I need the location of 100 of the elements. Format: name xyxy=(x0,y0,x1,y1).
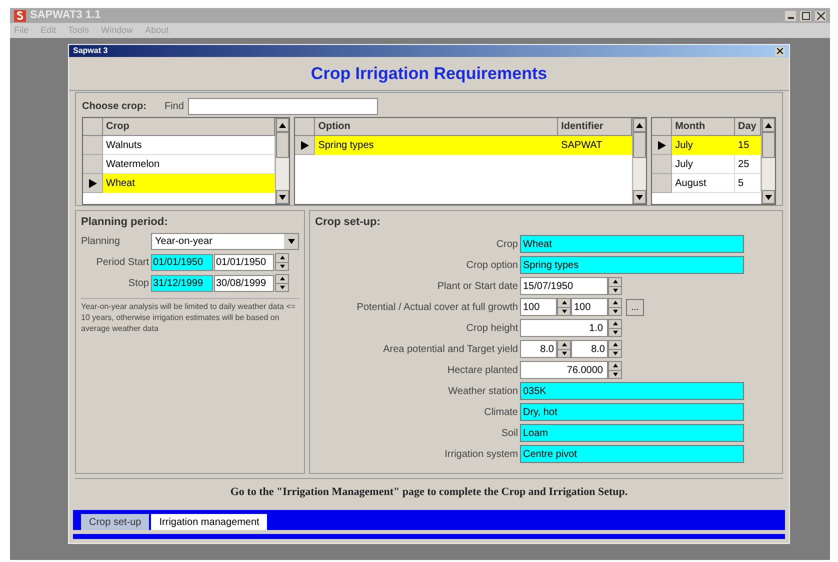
date-field[interactable]: 15/07/1950 xyxy=(520,277,608,295)
scroll-down-button[interactable] xyxy=(633,190,646,204)
field-label: Planning xyxy=(81,235,121,249)
close-button[interactable] xyxy=(815,10,826,20)
number-field[interactable]: 1.0 xyxy=(520,319,608,337)
spin-button[interactable] xyxy=(275,274,289,292)
up-arrow-icon xyxy=(280,255,284,260)
table-cell[interactable]: July xyxy=(672,136,736,155)
field-label: Hectare planted xyxy=(446,364,519,378)
number-field[interactable]: 100 xyxy=(571,298,608,316)
up-arrow-icon xyxy=(612,342,618,348)
page-heading: Crop Irrigation Requirements xyxy=(310,62,548,85)
row-header[interactable] xyxy=(295,136,316,155)
dropdown-value: Year-on-year xyxy=(155,235,214,249)
maximize-button[interactable] xyxy=(800,10,811,20)
spin-button[interactable] xyxy=(608,340,622,358)
scroll-down-button[interactable] xyxy=(276,190,290,204)
field-label: Find xyxy=(164,100,184,114)
scroll-thumb[interactable] xyxy=(633,132,646,158)
down-arrow-icon xyxy=(280,264,284,269)
spin-button[interactable] xyxy=(608,277,622,295)
column-header[interactable]: Option xyxy=(315,118,558,135)
limit-date: 31/12/1999 xyxy=(151,274,213,292)
table-cell[interactable]: Spring types xyxy=(315,136,558,155)
tab[interactable]: Irrigation management xyxy=(151,514,268,530)
up-arrow-icon xyxy=(636,122,644,128)
field-label: Plant or Start date xyxy=(436,280,519,294)
down-arrow-icon xyxy=(612,350,618,356)
scroll-down-button[interactable] xyxy=(762,190,776,204)
number-field[interactable]: 8.0 xyxy=(520,340,557,358)
table-cell[interactable]: Walnuts xyxy=(103,136,276,155)
up-arrow-icon xyxy=(612,279,618,284)
minimize-button[interactable] xyxy=(785,10,796,20)
down-arrow-icon xyxy=(612,288,618,293)
scroll-up-button[interactable] xyxy=(762,118,776,132)
scrollbar[interactable] xyxy=(632,118,646,204)
down-arrow-icon xyxy=(562,308,566,314)
down-arrow-icon xyxy=(765,194,772,200)
maximize-icon xyxy=(802,12,810,20)
readonly-field: Centre pivot xyxy=(520,445,744,463)
up-arrow-icon xyxy=(562,342,566,348)
up-arrow-icon xyxy=(280,276,284,282)
table-cell[interactable]: Wheat xyxy=(103,174,276,193)
table-cell[interactable]: July xyxy=(672,155,736,174)
close-icon xyxy=(816,12,824,20)
field-label: Crop xyxy=(495,238,519,252)
number-field[interactable]: 100 xyxy=(520,298,557,316)
spin-button[interactable] xyxy=(608,298,622,316)
scroll-up-button[interactable] xyxy=(633,118,646,132)
info-note: Year-on-year analysis will be limited to daily weather data <= 10 years, otherwise irrigation estimates will be based on average weather data xyxy=(81,298,299,334)
scrollbar[interactable] xyxy=(275,118,290,204)
spin-button[interactable] xyxy=(608,361,622,379)
scroll-thumb[interactable] xyxy=(276,132,290,158)
row-header[interactable] xyxy=(83,174,103,193)
field-label: Potential / Actual cover at full growth xyxy=(356,300,519,314)
spin-button[interactable] xyxy=(557,298,571,316)
table-cell[interactable]: Watermelon xyxy=(103,155,276,174)
find-field[interactable] xyxy=(188,98,378,114)
limit-date: 01/01/1950 xyxy=(151,254,213,270)
planning-dropdown[interactable]: Year-on-year xyxy=(151,233,299,250)
ellipsis-button[interactable]: ... xyxy=(626,298,644,316)
up-arrow-icon xyxy=(612,300,618,306)
scroll-thumb[interactable] xyxy=(762,132,776,158)
down-arrow-icon xyxy=(562,350,566,356)
field-label: Crop height xyxy=(465,322,519,336)
caret-icon xyxy=(288,239,294,244)
number-field[interactable]: 8.0 xyxy=(571,340,608,358)
table-cell[interactable]: SAPWAT xyxy=(558,136,632,155)
scroll-up-button[interactable] xyxy=(276,118,290,132)
window-title: Sapwat 3 xyxy=(73,45,108,57)
field-label: Area potential and Target yield xyxy=(382,342,519,356)
table-cell[interactable]: 15 xyxy=(735,136,762,155)
spin-button[interactable] xyxy=(275,253,289,271)
close-button[interactable] xyxy=(775,46,785,56)
row-pointer-icon xyxy=(300,140,309,150)
field-label: Weather station xyxy=(447,384,519,398)
date-field[interactable]: 30/08/1999 xyxy=(214,274,274,292)
date-field[interactable]: 01/01/1950 xyxy=(214,254,274,270)
up-arrow-icon xyxy=(279,122,286,128)
field-label: Crop option xyxy=(465,258,519,272)
table-cell[interactable]: 25 xyxy=(735,155,762,174)
column-header[interactable]: Month xyxy=(672,118,736,135)
row-pointer-icon xyxy=(658,140,666,150)
row-pointer-icon xyxy=(88,178,96,188)
scrollbar[interactable] xyxy=(761,118,776,204)
spin-button[interactable] xyxy=(608,319,622,337)
down-arrow-icon xyxy=(612,372,618,377)
field-label: Irrigation system xyxy=(444,448,519,462)
readonly-field: Wheat xyxy=(520,235,744,253)
up-arrow-icon xyxy=(765,122,772,128)
number-field[interactable]: 76.0000 xyxy=(520,361,608,379)
spin-button[interactable] xyxy=(557,340,571,358)
table-cell[interactable]: 5 xyxy=(735,174,762,193)
up-arrow-icon xyxy=(562,300,566,306)
field-label: Stop xyxy=(127,276,150,290)
tab[interactable]: Crop set-up xyxy=(81,514,150,530)
app-title: SAPWAT3 1.1 xyxy=(30,8,101,24)
row-header[interactable] xyxy=(652,136,672,155)
table-cell[interactable]: August xyxy=(672,174,736,193)
field-label: Period Start xyxy=(95,256,150,270)
